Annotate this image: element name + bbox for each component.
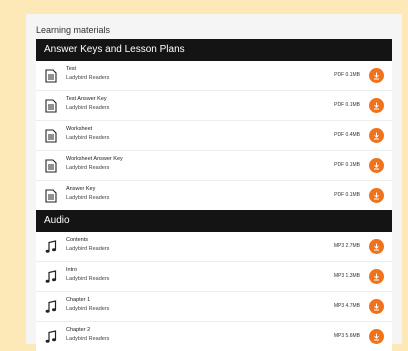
download-icon	[374, 132, 379, 139]
download-button[interactable]	[369, 128, 384, 143]
download-icon	[374, 192, 379, 199]
file-size: MP3 4.7MB	[333, 303, 360, 309]
music-note-icon	[45, 300, 57, 314]
item-subtitle: Ladybird Readers	[66, 135, 110, 141]
item-subtitle: Ladybird Readers	[66, 336, 110, 342]
section-header: Audio	[36, 210, 392, 232]
list-item[interactable]: Chapter 2 Ladybird Readers MP3 5.6MB	[36, 322, 392, 351]
download-button[interactable]	[369, 158, 384, 173]
learning-materials-panel: Learning materials Answer Keys and Lesso…	[26, 14, 402, 351]
file-list: Test Ladybird Readers PDF 0.1MB Test Ans…	[36, 61, 392, 210]
item-title: Chapter 1	[66, 297, 91, 303]
file-size: PDF 0.1MB	[334, 192, 360, 198]
download-icon	[374, 303, 379, 310]
item-subtitle: Ladybird Readers	[66, 276, 110, 282]
item-title: Chapter 2	[66, 327, 91, 333]
list-item[interactable]: Intro Ladybird Readers MP3 1.3MB	[36, 262, 392, 292]
download-icon	[374, 273, 379, 280]
audio-section: Audio Contents Ladybird Readers MP3 2.7M…	[36, 210, 392, 351]
answer-keys-section: Answer Keys and Lesson Plans Test Ladybi…	[36, 39, 392, 210]
list-item[interactable]: Contents Ladybird Readers MP3 2.7MB	[36, 232, 392, 262]
item-title: Worksheet	[66, 126, 93, 132]
list-item[interactable]: Test Ladybird Readers PDF 0.1MB	[36, 61, 392, 91]
document-icon	[45, 99, 57, 113]
file-size: PDF 0.1MB	[334, 162, 360, 168]
list-item[interactable]: Worksheet Answer Key Ladybird Readers PD…	[36, 151, 392, 181]
item-subtitle: Ladybird Readers	[66, 165, 110, 171]
item-subtitle: Ladybird Readers	[66, 195, 110, 201]
file-size: PDF 0.1MB	[334, 102, 360, 108]
section-header: Answer Keys and Lesson Plans	[36, 39, 392, 61]
file-size: MP3 1.3MB	[333, 273, 360, 279]
music-note-icon	[45, 330, 57, 344]
item-title: Intro	[66, 267, 78, 273]
document-icon	[45, 129, 57, 143]
item-subtitle: Ladybird Readers	[66, 306, 110, 312]
file-size: MP3 5.6MB	[333, 333, 360, 339]
item-title: Contents	[66, 237, 89, 243]
list-item[interactable]: Chapter 1 Ladybird Readers MP3 4.7MB	[36, 292, 392, 322]
page-title: Learning materials	[36, 25, 111, 35]
music-note-icon	[45, 240, 57, 254]
item-title: Test	[66, 66, 77, 72]
download-icon	[374, 72, 379, 79]
download-button[interactable]	[369, 188, 384, 203]
download-icon	[374, 243, 379, 250]
item-title: Test Answer Key	[66, 96, 107, 102]
document-icon	[45, 189, 57, 203]
download-button[interactable]	[369, 269, 384, 284]
file-size: PDF 0.4MB	[334, 132, 360, 138]
list-item[interactable]: Test Answer Key Ladybird Readers PDF 0.1…	[36, 91, 392, 121]
download-icon	[374, 162, 379, 169]
list-item[interactable]: Worksheet Ladybird Readers PDF 0.4MB	[36, 121, 392, 151]
file-size: MP3 2.7MB	[333, 243, 360, 249]
download-icon	[374, 102, 379, 109]
list-item[interactable]: Answer Key Ladybird Readers PDF 0.1MB	[36, 181, 392, 210]
music-note-icon	[45, 270, 57, 284]
file-list: Contents Ladybird Readers MP3 2.7MB Intr…	[36, 232, 392, 351]
download-icon	[374, 333, 379, 340]
download-button[interactable]	[369, 329, 384, 344]
download-button[interactable]	[369, 68, 384, 83]
file-size: PDF 0.1MB	[334, 72, 360, 78]
item-subtitle: Ladybird Readers	[66, 75, 110, 81]
download-button[interactable]	[369, 299, 384, 314]
download-button[interactable]	[369, 239, 384, 254]
item-subtitle: Ladybird Readers	[66, 246, 110, 252]
document-icon	[45, 69, 57, 83]
download-button[interactable]	[369, 98, 384, 113]
item-title: Answer Key	[66, 186, 96, 192]
item-subtitle: Ladybird Readers	[66, 105, 110, 111]
document-icon	[45, 159, 57, 173]
item-title: Worksheet Answer Key	[66, 156, 123, 162]
